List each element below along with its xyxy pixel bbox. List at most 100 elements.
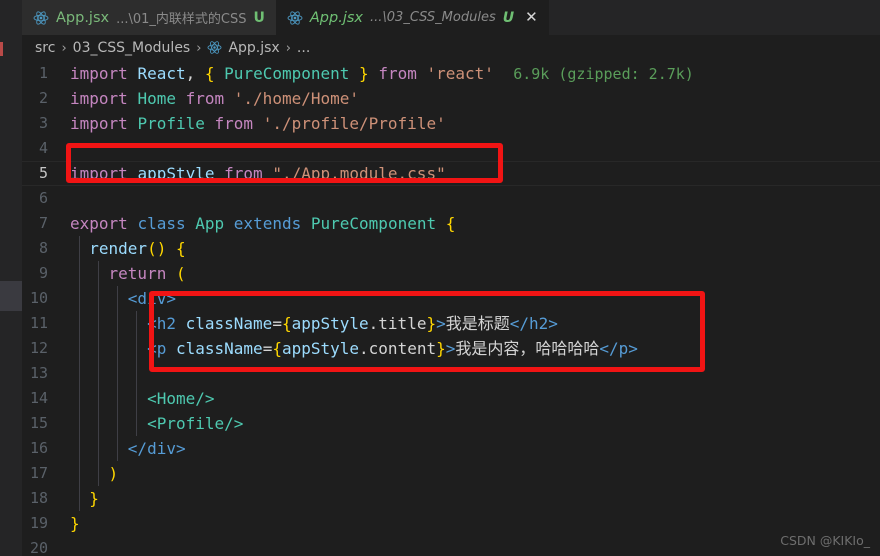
token-jsx-tag: p xyxy=(156,339,167,358)
line-number: 7 xyxy=(38,214,48,232)
line-content: render() { xyxy=(70,236,880,261)
token-keyword: from xyxy=(185,89,225,108)
token-brace: { xyxy=(204,64,215,83)
line-number: 10 xyxy=(29,289,48,307)
token-keyword: import xyxy=(70,64,128,83)
token-paren: () xyxy=(147,239,167,258)
code-line[interactable]: 13 xyxy=(22,361,880,386)
line-content: <div> xyxy=(70,286,880,311)
editor-tab-bar: App.jsx ...\01_内联样式的CSS U App.jsx ...\03… xyxy=(22,0,880,35)
token-jsx-tag: <div> xyxy=(127,289,176,308)
token-jsx-bracket: > xyxy=(436,314,446,333)
code-line[interactable]: 3 import Profile from './profile/Profile… xyxy=(22,111,880,136)
token-jsx-tag: </div> xyxy=(127,439,186,458)
chevron-right-icon: › xyxy=(61,40,67,56)
editor-overview-strip[interactable] xyxy=(0,0,22,556)
token-punct: = xyxy=(272,314,282,333)
code-line-active[interactable]: 5 import appStyle from "./App.module.css… xyxy=(22,161,880,186)
code-line[interactable]: 20 xyxy=(22,536,880,556)
breadcrumb-item-file[interactable]: App.jsx xyxy=(228,40,279,56)
code-line[interactable]: 16 </div> xyxy=(22,436,880,461)
line-content xyxy=(70,136,880,161)
token-paren: ) xyxy=(108,464,119,483)
close-icon[interactable]: ✕ xyxy=(525,10,538,25)
code-line[interactable]: 4 xyxy=(22,136,880,161)
token-keyword: from xyxy=(224,164,263,183)
watermark: CSDN @KIKIo_ xyxy=(780,533,870,548)
token-keyword: from xyxy=(378,64,417,83)
token-keyword: return xyxy=(108,264,167,283)
token-identifier: Home xyxy=(137,89,176,108)
code-line[interactable]: 2 import Home from './home/Home' xyxy=(22,86,880,111)
vertical-scrollbar-thumb[interactable] xyxy=(0,281,22,311)
line-content: } xyxy=(70,511,880,536)
token-brace: } xyxy=(89,489,99,508)
line-content: <p className={appStyle.content}>我是内容，哈哈哈… xyxy=(70,336,880,361)
line-number: 14 xyxy=(29,389,48,407)
token-jsx-tag: h2 xyxy=(156,314,176,333)
code-line[interactable]: 9 return ( xyxy=(22,261,880,286)
line-number: 6 xyxy=(38,189,48,207)
line-content: <Profile/> xyxy=(70,411,880,436)
tab-git-status-badge: U xyxy=(502,9,515,26)
tab-filename: App.jsx xyxy=(56,9,110,26)
breadcrumb: src › 03_CSS_Modules › App.jsx › ... xyxy=(22,35,880,61)
token-punct: = xyxy=(262,339,273,358)
token-jsx-tag: </h2> xyxy=(509,314,558,333)
chevron-right-icon: › xyxy=(196,40,202,56)
line-content: import appStyle from "./App.module.css" xyxy=(70,161,880,186)
react-file-icon xyxy=(207,40,223,56)
code-line[interactable]: 18 } xyxy=(22,486,880,511)
overview-error-marker xyxy=(0,42,3,56)
token-brace: { xyxy=(175,239,186,258)
import-cost-badge: 6.9k (gzipped: 2.7k) xyxy=(513,65,694,83)
code-line[interactable]: 1 import React, { PureComponent } from '… xyxy=(22,61,880,86)
token-identifier: Profile xyxy=(137,114,205,133)
token-keyword: from xyxy=(214,114,254,133)
token-string: './profile/Profile' xyxy=(262,114,446,133)
code-editor[interactable]: 1 import React, { PureComponent } from '… xyxy=(22,61,880,556)
code-line[interactable]: 17 ) xyxy=(22,461,880,486)
line-content xyxy=(70,536,880,556)
editor-tab-03-css-modules[interactable]: App.jsx ...\03_CSS_Modules U ✕ xyxy=(275,0,549,35)
code-line[interactable]: 11 <h2 className={appStyle.title}>我是标题</… xyxy=(22,311,880,336)
line-number: 19 xyxy=(29,514,48,532)
token-property: .title xyxy=(368,314,427,333)
line-number: 17 xyxy=(29,464,48,482)
token-jsx-component: <Home/> xyxy=(147,389,215,408)
code-line[interactable]: 19 } xyxy=(22,511,880,536)
token-jsx-attr: className xyxy=(175,339,263,358)
token-jsx-tag: </p> xyxy=(599,339,638,358)
breadcrumb-item-src[interactable]: src xyxy=(35,40,55,56)
token-string: './home/Home' xyxy=(233,89,360,108)
line-number: 11 xyxy=(29,314,48,332)
line-content: export class App extends PureComponent { xyxy=(70,211,880,236)
line-number: 9 xyxy=(38,264,48,282)
line-number: 3 xyxy=(38,114,48,132)
code-line[interactable]: 6 xyxy=(22,186,880,211)
code-line[interactable]: 10 <div> xyxy=(22,286,880,311)
token-brace: } xyxy=(426,314,437,333)
token-keyword: import xyxy=(70,114,128,133)
line-number: 12 xyxy=(29,339,48,357)
code-line[interactable]: 12 <p className={appStyle.content}>我是内容，… xyxy=(22,336,880,361)
line-number: 4 xyxy=(38,139,48,157)
token-brace: { xyxy=(445,214,456,233)
code-line[interactable]: 15 <Profile/> xyxy=(22,411,880,436)
line-content: <h2 className={appStyle.title}>我是标题</h2> xyxy=(70,311,880,336)
code-line[interactable]: 7 export class App extends PureComponent… xyxy=(22,211,880,236)
line-content: <Home/> xyxy=(70,386,880,411)
line-content xyxy=(70,361,880,386)
line-content: </div> xyxy=(70,436,880,461)
breadcrumb-item-folder[interactable]: 03_CSS_Modules xyxy=(73,40,191,56)
editor-tab-01-inline-css[interactable]: App.jsx ...\01_内联样式的CSS U xyxy=(22,0,276,35)
token-brace: { xyxy=(272,339,282,358)
breadcrumb-item-symbol[interactable]: ... xyxy=(297,40,310,56)
line-number: 15 xyxy=(29,414,48,432)
code-line[interactable]: 8 render() { xyxy=(22,236,880,261)
code-line[interactable]: 14 <Home/> xyxy=(22,386,880,411)
line-number: 2 xyxy=(38,89,48,107)
token-identifier: appStyle xyxy=(281,339,360,358)
token-keyword: import xyxy=(70,164,128,183)
line-content: import React, { PureComponent } from 're… xyxy=(70,61,880,86)
